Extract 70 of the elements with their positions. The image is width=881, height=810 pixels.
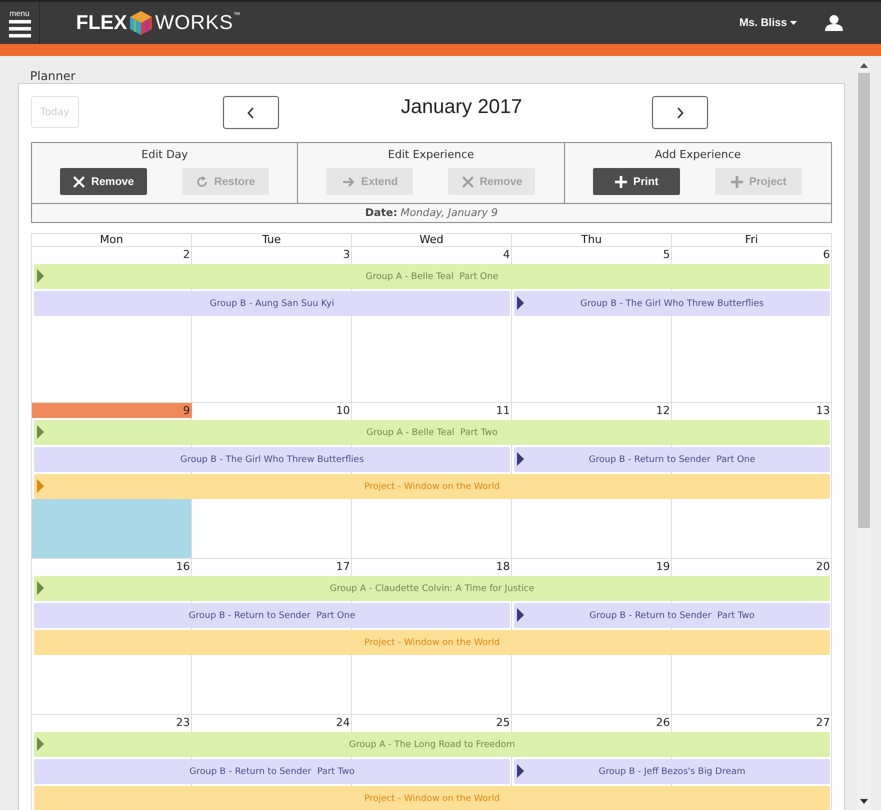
weekday-header: Thu [512,234,672,246]
day-number[interactable]: 17 [192,559,352,574]
triangle-icon [37,479,44,493]
triangle-icon [517,764,524,778]
cube-logo-icon [129,10,154,36]
scroll-down-icon[interactable] [860,799,868,804]
day-number[interactable]: 16 [32,559,192,574]
plus-icon [731,176,744,188]
user-icon[interactable] [825,15,843,31]
triangle-icon [517,608,524,622]
day-number[interactable]: 11 [352,403,512,418]
day-number[interactable]: 9 [32,403,192,418]
panel-title: Edit Day [141,148,188,161]
day-number[interactable]: 19 [512,559,672,574]
day-number[interactable]: 10 [192,403,352,418]
day-number[interactable]: 18 [352,559,512,574]
previous-month-button[interactable] [223,96,279,129]
day-number[interactable]: 26 [512,715,672,730]
day-number[interactable]: 2 [32,247,192,262]
scrollbar[interactable] [857,61,871,810]
day-number[interactable]: 5 [512,247,672,262]
caret-icon [790,21,797,25]
panel-title: Add Experience [654,148,741,161]
scroll-up-icon[interactable] [860,63,868,68]
logo-text: FLEX [76,12,128,34]
triangle-icon [517,296,524,310]
triangle-icon [37,269,44,283]
day-number[interactable]: 25 [352,715,512,730]
triangle-icon [37,425,44,439]
arrow-right-icon [342,176,356,188]
selected-date: Date: Monday, January 9 [32,203,831,222]
user-menu[interactable]: Ms. Bliss [733,16,803,30]
day-number[interactable]: 6 [672,247,832,262]
action-button[interactable]: Remove [60,168,148,195]
day-number[interactable]: 13 [672,403,832,418]
triangle-icon [37,737,44,751]
next-month-button[interactable] [652,96,708,129]
close-icon [73,176,86,188]
day-number[interactable]: 3 [192,247,352,262]
event-bar[interactable]: Group B - Return to Sender Part Two [34,759,510,784]
weekday-header: Wed [352,234,512,246]
action-button[interactable]: Print [593,168,680,195]
month-title: January 2017 [400,96,524,119]
day-number[interactable]: 24 [192,715,352,730]
event-bar[interactable]: Group B - Return to Sender Part One [34,603,510,628]
weekday-header: Mon [32,234,192,246]
day-number[interactable]: 27 [672,715,832,730]
day-number[interactable]: 23 [32,715,192,730]
refresh-icon [196,176,208,188]
close-icon [462,176,474,188]
weekday-header: Fri [672,234,832,246]
day-number[interactable]: 12 [512,403,672,418]
day-number[interactable]: 4 [352,247,512,262]
event-bar[interactable]: Group B - Aung San Suu Kyi [34,291,510,316]
event-bar[interactable]: Group B - The Girl Who Threw Butterflies [514,291,830,316]
logo-text: WORKS$^{™}$ [155,12,241,34]
chevron-right-icon [676,106,684,118]
page-title: Planner [29,68,76,83]
plus-icon [615,176,628,188]
panel-title: Edit Experience [388,148,474,161]
event-bar[interactable]: Group B - The Girl Who Threw Butterflies [34,447,510,472]
event-bar[interactable]: Group B - Return to Sender Part Two [514,603,830,628]
weekday-header: Tue [192,234,352,246]
event-bar[interactable]: Group B - Return to Sender Part One [514,447,830,472]
triangle-icon [37,581,44,595]
chevron-left-icon [247,106,255,118]
triangle-icon [517,452,524,466]
event-bar[interactable]: Group B - Jeff Bezos's Big Dream [514,759,830,784]
day-number[interactable]: 20 [672,559,832,574]
menu-icon [8,20,30,38]
